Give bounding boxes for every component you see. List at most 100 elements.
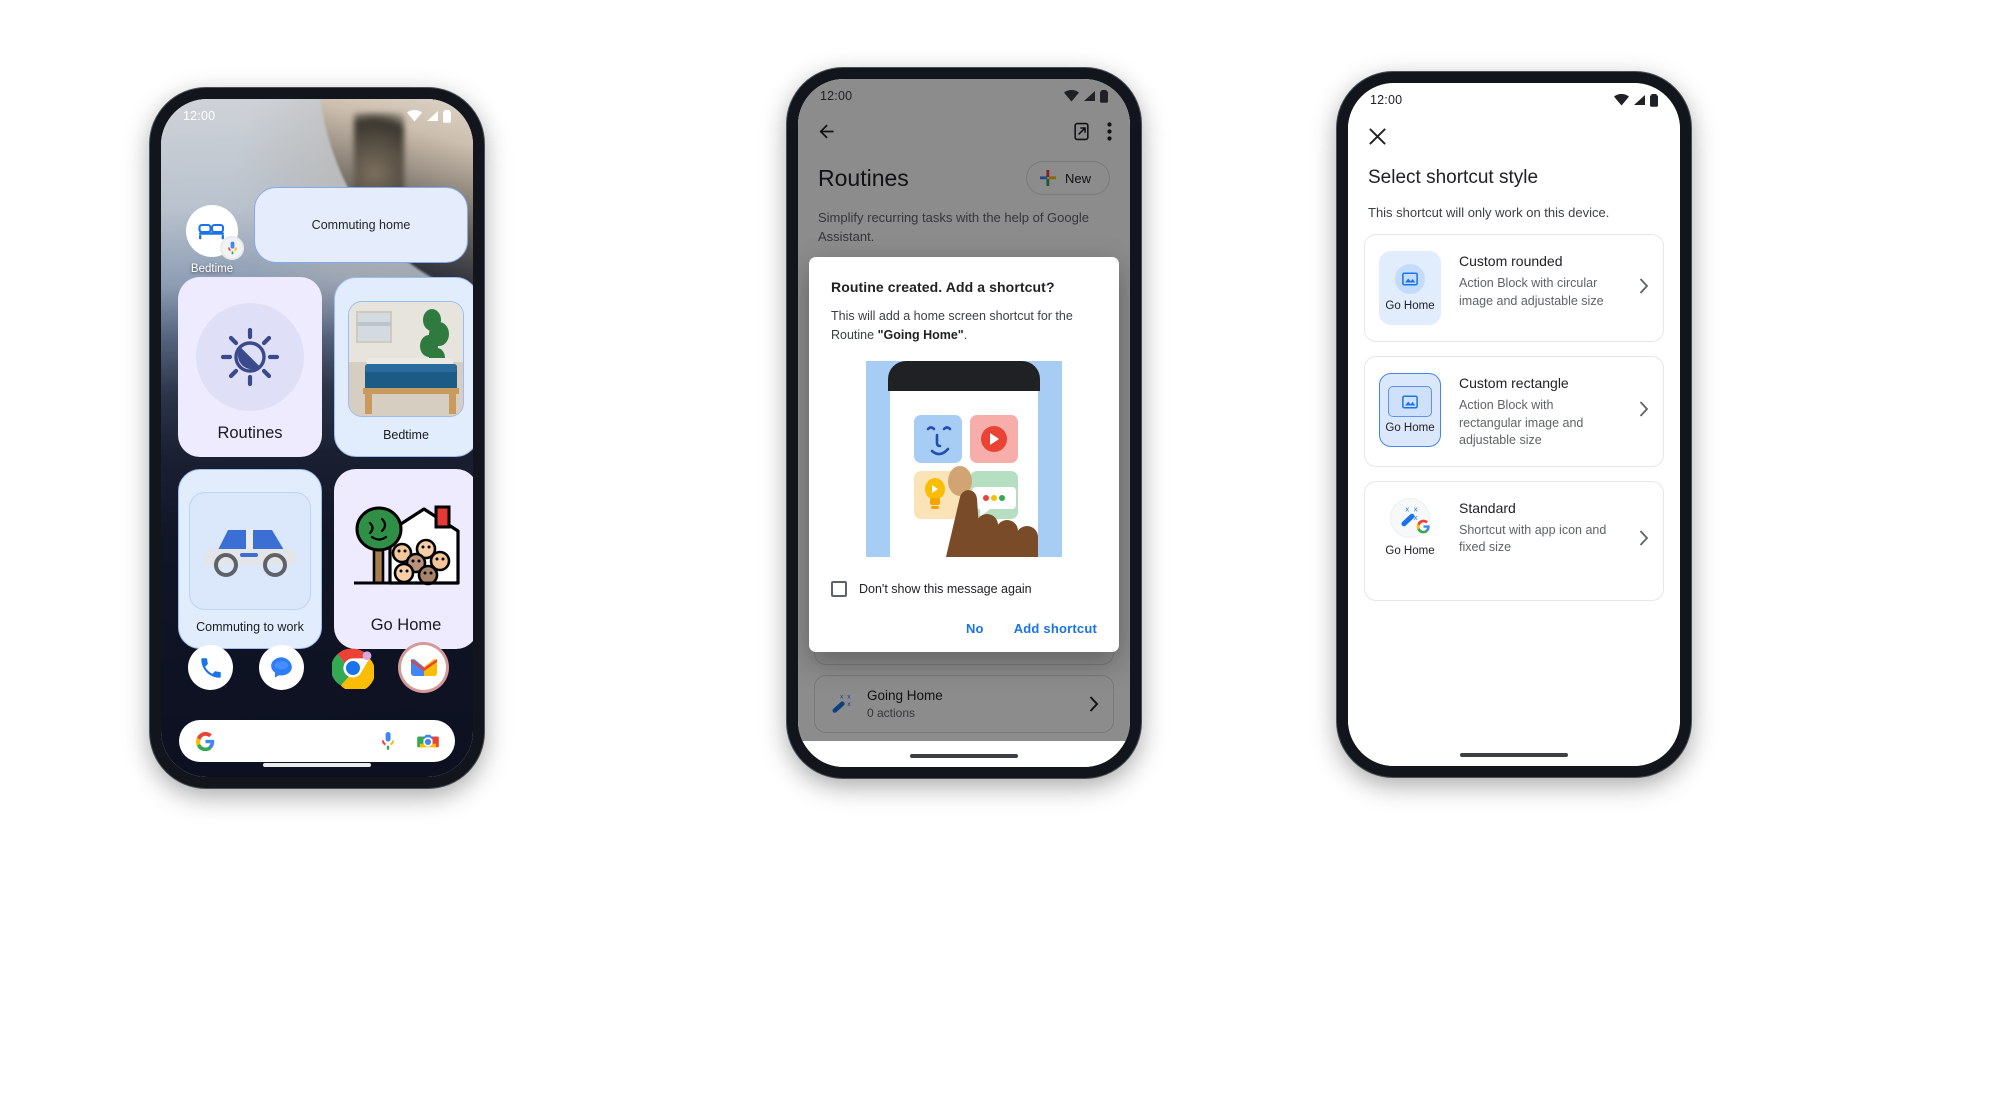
thumb-rectangle-preview: Go Home	[1379, 373, 1441, 447]
google-g-icon	[195, 731, 215, 751]
thumb-standard-preview: xxx Go Home	[1379, 497, 1441, 557]
phone-routines-dialog: 12:00 Routines New Simplify recurring ta…	[787, 68, 1141, 778]
select-style-page: 12:00 Select shortcut style This shortcu…	[1348, 83, 1680, 766]
tile-bedtime[interactable]: Bedtime	[334, 277, 473, 457]
dialog-actions: No Add shortcut	[831, 621, 1097, 642]
option-thumbnail: Go Home	[1379, 373, 1441, 447]
tile-commuting-to-work[interactable]: Commuting to work	[178, 469, 322, 649]
dont-show-again-checkbox[interactable]	[831, 580, 847, 597]
status-bar: 12:00	[798, 79, 1130, 113]
home-gesture-pill[interactable]	[910, 754, 1018, 758]
phone-app-icon[interactable]	[188, 645, 233, 690]
widget-commuting-home-label: Commuting home	[311, 218, 411, 232]
option-standard[interactable]: xxx Go Home Standard Shortcut with app i…	[1364, 480, 1664, 601]
home-screen-tap-illustration	[866, 360, 1062, 557]
option-text: Custom rectangle Action Block with recta…	[1459, 373, 1621, 450]
tile-routines[interactable]: Routines	[178, 277, 322, 457]
add-shortcut-dialog: Routine created. Add a shortcut? This wi…	[809, 257, 1119, 652]
dialog-title: Routine created. Add a shortcut?	[831, 279, 1055, 295]
svg-text:x: x	[1405, 504, 1409, 513]
option-heading: Standard	[1459, 499, 1516, 516]
dont-show-again-label: Don't show this message again	[859, 581, 1032, 596]
home-content: Bedtime Commuting home Routines Bedtime …	[161, 99, 473, 777]
status-icons	[1614, 93, 1658, 107]
battery-icon	[443, 109, 451, 123]
bedtime-icon-circle[interactable]	[186, 205, 244, 260]
status-icons	[1064, 89, 1108, 103]
chevron-right-icon	[1639, 401, 1649, 422]
wifi-icon	[407, 110, 422, 122]
thumb-label: Go Home	[1385, 544, 1435, 557]
tile-routines-label: Routines	[217, 424, 283, 443]
option-heading: Custom rounded	[1459, 253, 1563, 269]
routines-icon-circle	[196, 302, 304, 411]
car-icon-box	[189, 491, 311, 610]
action-block-grid: Routines Bedtime Commuting to work Go Ho…	[178, 277, 473, 661]
battery-icon	[1100, 89, 1108, 103]
battery-icon	[1650, 93, 1658, 107]
messages-app-icon[interactable]	[259, 645, 304, 690]
dialog-body-suffix: .	[963, 327, 968, 342]
tile-go-home[interactable]: Go Home	[334, 469, 473, 649]
select-style-surface: 12:00 Select shortcut style This shortcu…	[1348, 83, 1680, 766]
google-g-badge-icon	[1416, 518, 1431, 539]
home-gesture-pill[interactable]	[1460, 753, 1568, 757]
close-x-icon[interactable]	[1348, 117, 1680, 151]
wifi-icon	[1064, 90, 1079, 102]
gmail-app-icon[interactable]	[401, 645, 446, 690]
shortcut-bedtime[interactable]: Bedtime	[178, 205, 246, 275]
option-description: Action Block with rectangular image and …	[1459, 398, 1584, 447]
tile-commuting-art	[187, 482, 313, 620]
status-clock: 12:00	[183, 109, 216, 123]
tile-bedtime-art	[343, 290, 469, 428]
option-description: Shortcut with app icon and fixed size	[1459, 522, 1607, 555]
home-screen-surface: 12:00 Bedtime Commuting home Routines Be…	[161, 99, 473, 777]
tile-go-home-label: Go Home	[370, 616, 442, 635]
mic-icon[interactable]	[381, 731, 395, 751]
image-placeholder-icon	[1388, 386, 1432, 417]
dont-show-again-row[interactable]: Don't show this message again	[831, 580, 1097, 597]
dock-row	[161, 645, 473, 690]
lens-camera-icon[interactable]	[417, 732, 439, 750]
option-text: Custom rounded Action Block with circula…	[1459, 251, 1621, 310]
option-custom-rounded[interactable]: Go Home Custom rounded Action Block with…	[1364, 234, 1664, 342]
option-description: Action Block with circular image and adj…	[1459, 276, 1604, 308]
car-icon	[204, 528, 296, 577]
google-search-bar[interactable]	[179, 720, 455, 762]
bedroom-photo	[348, 300, 464, 417]
option-custom-rectangle[interactable]: Go Home Custom rectangle Action Block wi…	[1364, 356, 1664, 467]
bed-icon	[198, 223, 225, 240]
tile-row-1: Routines Bedtime	[178, 277, 473, 457]
wifi-icon	[1614, 94, 1629, 106]
screenshot-canvas: 12:00 Bedtime Commuting home Routines Be…	[0, 0, 2000, 1100]
thumb-label: Go Home	[1385, 422, 1435, 434]
signal-icon	[427, 111, 438, 121]
phone-home-screen: 12:00 Bedtime Commuting home Routines Be…	[150, 88, 484, 788]
page-title: Select shortcut style	[1368, 167, 1539, 188]
status-clock: 12:00	[820, 89, 853, 103]
phone-select-style: 12:00 Select shortcut style This shortcu…	[1337, 72, 1691, 777]
tile-go-home-art	[342, 481, 470, 616]
tile-bedtime-label: Bedtime	[383, 427, 429, 442]
status-bar: 12:00	[161, 99, 473, 133]
chrome-app-icon[interactable]	[330, 645, 375, 690]
sun-routines-icon	[220, 327, 280, 386]
magic-wand-app-icon: xxx	[1390, 497, 1431, 539]
signal-icon	[1634, 95, 1645, 105]
signal-icon	[1084, 91, 1095, 101]
page-subtitle: This shortcut will only work on this dev…	[1368, 205, 1610, 220]
widget-commuting-home[interactable]: Commuting home	[254, 187, 468, 263]
chevron-right-icon	[1639, 277, 1649, 299]
add-shortcut-button[interactable]: Add shortcut	[1014, 621, 1097, 636]
option-text: Standard Shortcut with app icon and fixe…	[1459, 498, 1621, 557]
dialog-body-routine-name: "Going Home"	[877, 327, 964, 342]
status-icons	[407, 109, 451, 123]
status-bar: 12:00	[1348, 83, 1680, 117]
routines-screen-surface: 12:00 Routines New Simplify recurring ta…	[798, 79, 1130, 767]
dialog-body: This will add a home screen shortcut for…	[831, 307, 1097, 345]
thumb-rounded-preview: Go Home	[1379, 251, 1441, 325]
no-button[interactable]: No	[966, 621, 984, 636]
option-thumbnail: Go Home	[1379, 251, 1441, 325]
shortcut-bedtime-label: Bedtime	[190, 263, 234, 275]
dock	[161, 645, 473, 762]
